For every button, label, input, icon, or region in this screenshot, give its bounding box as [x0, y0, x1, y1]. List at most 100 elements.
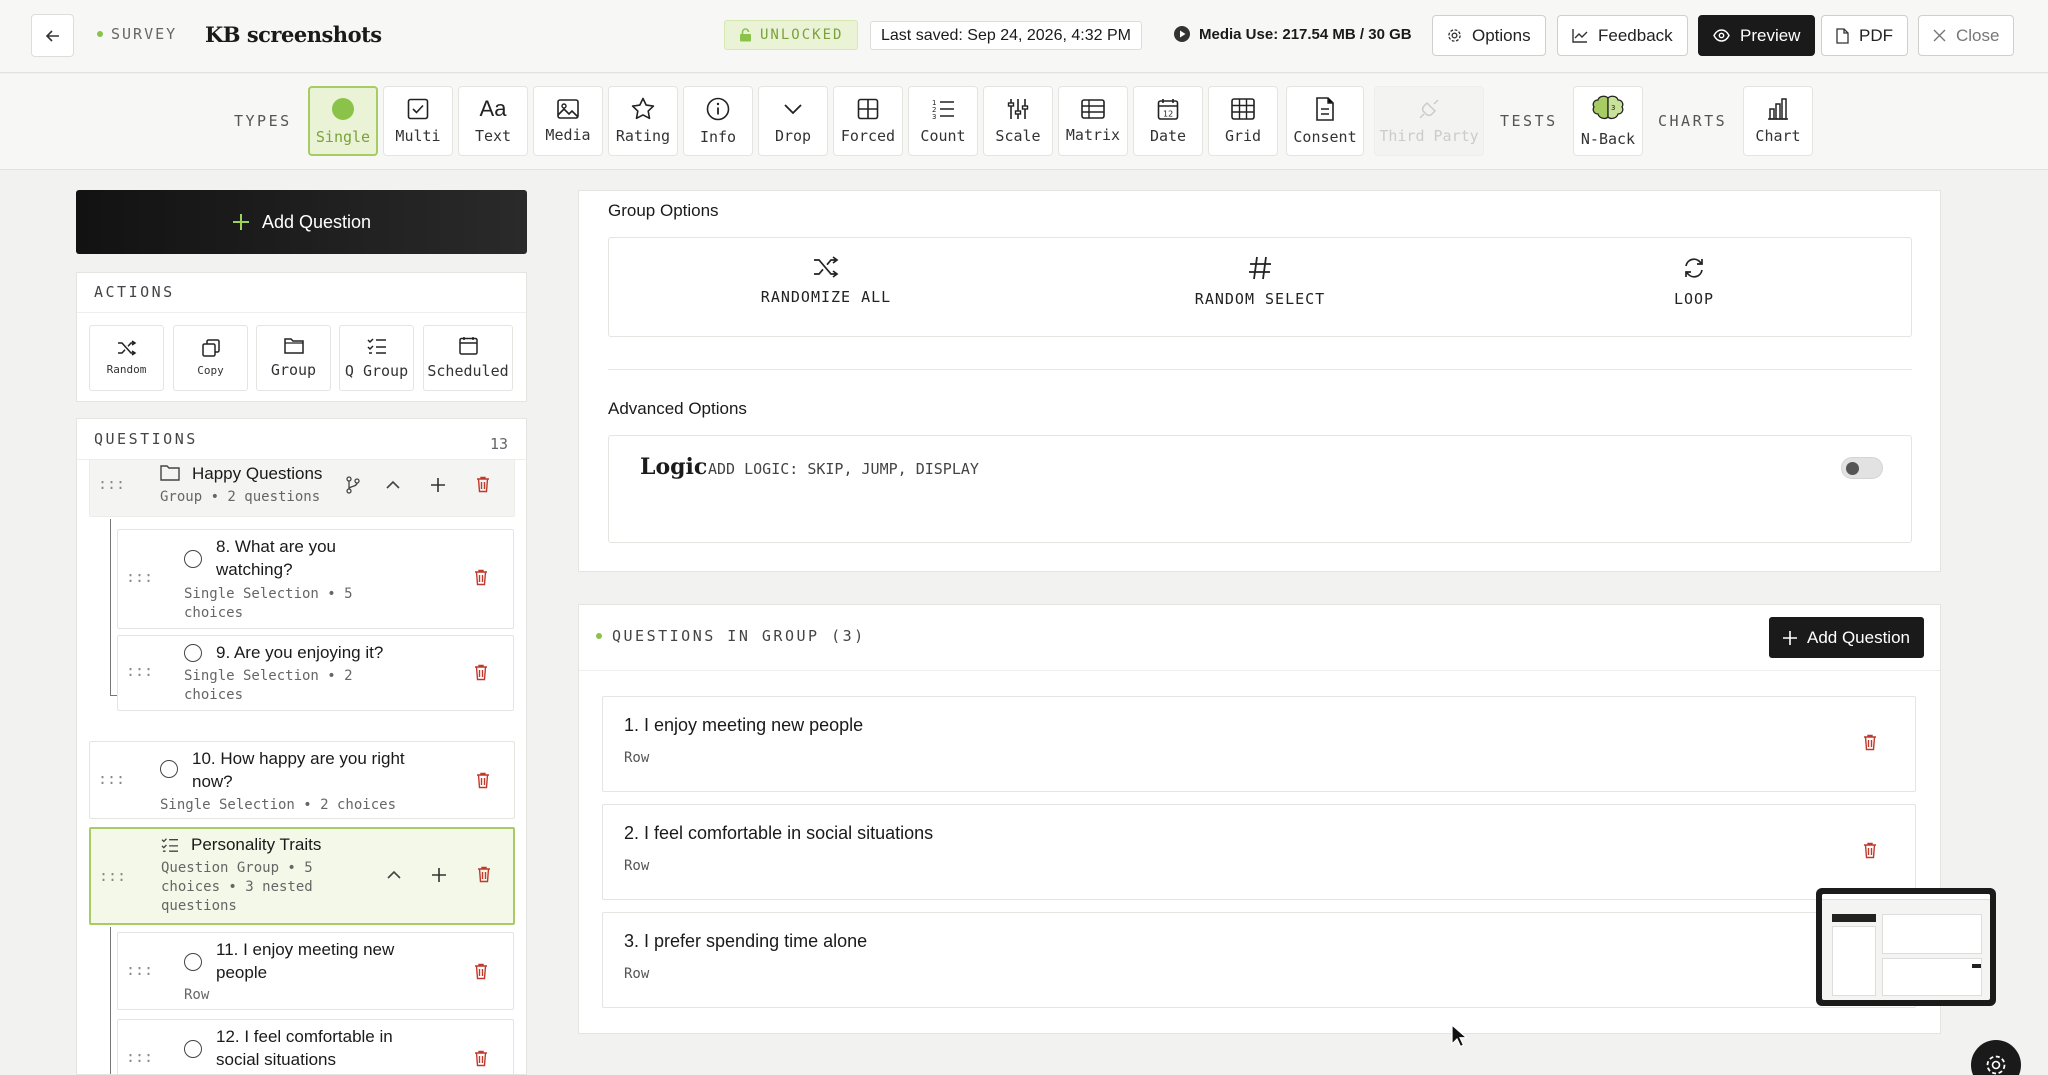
shuffle-icon — [814, 256, 839, 278]
drag-handle[interactable]: ::: — [98, 770, 125, 788]
drag-handle[interactable]: ::: — [126, 568, 153, 586]
action-random-label: Random — [106, 363, 147, 376]
group-question-title: 2. I feel comfortable in social situatio… — [624, 823, 934, 843]
lock-status-badge[interactable]: UNLOCKED — [724, 20, 859, 50]
option-randomize-all[interactable]: RANDOMIZE ALL — [696, 256, 956, 306]
plugin-icon — [1419, 98, 1439, 119]
group-question-item[interactable]: 1. I enjoy meeting new people Row — [602, 696, 1916, 792]
trash-icon[interactable] — [474, 963, 488, 980]
trash-icon[interactable] — [474, 1050, 488, 1067]
option-loop[interactable]: LOOP — [1564, 256, 1824, 308]
questions-in-group-header: QUESTIONS IN GROUP (3) — [596, 627, 866, 645]
type-media[interactable]: Media — [533, 86, 603, 156]
type-grid[interactable]: Grid — [1208, 86, 1278, 156]
type-multi[interactable]: Multi — [383, 86, 453, 156]
options-button[interactable]: Options — [1432, 15, 1546, 56]
preview-label: Preview — [1740, 25, 1801, 45]
action-random[interactable]: Random — [89, 325, 164, 391]
trash-icon[interactable] — [477, 866, 491, 883]
drag-handle[interactable]: ::: — [126, 662, 153, 680]
question-group-item[interactable]: ::: Happy Questions Group • 2 questions — [89, 459, 515, 517]
feedback-button[interactable]: Feedback — [1557, 15, 1688, 56]
types-label: TYPES — [234, 112, 292, 130]
action-q-group[interactable]: Q Group — [339, 325, 414, 391]
text-icon: Aa — [479, 95, 507, 121]
type-matrix-label: Matrix — [1065, 125, 1121, 144]
option-random-select[interactable]: RANDOM SELECT — [1130, 256, 1390, 308]
feedback-label: Feedback — [1598, 25, 1673, 45]
group-question-subtitle: Row — [624, 750, 650, 766]
trash-icon[interactable] — [476, 476, 490, 493]
status-dot — [97, 31, 103, 37]
type-third-party[interactable]: Third Party — [1374, 86, 1484, 156]
type-text-label: Text — [474, 126, 512, 145]
drag-handle[interactable]: ::: — [99, 867, 126, 885]
type-matrix[interactable]: Matrix — [1058, 86, 1128, 156]
logic-description: ADD LOGIC: SKIP, JUMP, DISPLAY — [708, 460, 979, 478]
add-group-question-button[interactable]: Add Question — [1769, 617, 1924, 658]
trash-icon[interactable] — [1863, 734, 1877, 751]
single-choice-icon — [184, 644, 202, 662]
type-drop[interactable]: Drop — [758, 86, 828, 156]
type-third-party-label: Third Party — [1379, 126, 1479, 145]
close-button[interactable]: Close — [1918, 15, 2015, 56]
document-icon — [1316, 96, 1334, 121]
chevron-down-icon — [784, 103, 802, 114]
drag-handle[interactable]: ::: — [98, 475, 125, 493]
group-question-item[interactable]: 3. I prefer spending time alone Row — [602, 912, 1916, 1008]
pdf-button[interactable]: PDF — [1821, 15, 1908, 56]
close-icon — [1933, 29, 1946, 42]
question-item[interactable]: ::: 8. What are you watching? Single Sel… — [117, 529, 514, 629]
toggle-knob — [1846, 462, 1859, 475]
trash-icon[interactable] — [476, 772, 490, 789]
question-item[interactable]: ::: 11. I enjoy meeting new people Row — [117, 932, 514, 1010]
chevron-up-icon[interactable] — [386, 480, 400, 490]
type-text[interactable]: Aa Text — [458, 86, 528, 156]
drag-handle[interactable]: ::: — [126, 961, 153, 979]
action-copy[interactable]: Copy — [173, 325, 248, 391]
info-icon — [706, 97, 730, 120]
type-info[interactable]: Info — [683, 86, 753, 156]
question-item[interactable]: ::: 12. I feel comfortable in social sit… — [117, 1019, 514, 1074]
action-group[interactable]: Group — [256, 325, 331, 391]
question-subtitle: Group • 2 questions — [160, 489, 321, 505]
type-scale[interactable]: Scale — [983, 86, 1053, 156]
survey-tag: SURVEY — [97, 25, 177, 43]
drag-handle[interactable]: ::: — [126, 1048, 153, 1066]
add-question-button[interactable]: Add Question — [76, 190, 527, 254]
type-scale-label: Scale — [995, 126, 1041, 145]
type-forced-label: Forced — [840, 126, 896, 145]
plus-icon[interactable] — [432, 868, 446, 882]
branch-icon[interactable] — [345, 476, 361, 494]
trash-icon[interactable] — [474, 569, 488, 586]
type-date[interactable]: 12 Date — [1133, 86, 1203, 156]
type-forced[interactable]: Forced — [833, 86, 903, 156]
group-options-title: Group Options — [608, 201, 719, 220]
trash-icon[interactable] — [1863, 842, 1877, 859]
question-group-item-selected[interactable]: ::: Personality Traits Question Group • … — [89, 827, 515, 925]
group-question-item[interactable]: 2. I feel comfortable in social situatio… — [602, 804, 1916, 900]
type-single[interactable]: Single — [308, 86, 378, 156]
type-count-label: Count — [920, 126, 966, 145]
action-q-group-label: Q Group — [344, 361, 409, 380]
chevron-up-icon[interactable] — [387, 870, 401, 880]
logic-toggle[interactable] — [1841, 457, 1883, 479]
question-item[interactable]: ::: 10. How happy are you right now? Sin… — [89, 741, 515, 819]
preview-button[interactable]: Preview — [1698, 15, 1816, 56]
group-options-card: RANDOMIZE ALL RANDOM SELECT LOOP — [608, 237, 1912, 337]
back-button[interactable] — [31, 14, 74, 57]
test-n-back[interactable]: 3 N-Back — [1573, 86, 1643, 156]
settings-fab[interactable] — [1971, 1040, 2021, 1075]
questions-label: QUESTIONS — [94, 430, 198, 448]
type-rating[interactable]: Rating — [608, 86, 678, 156]
plus-icon[interactable] — [431, 478, 445, 492]
screenshot-thumbnail[interactable] — [1816, 888, 1996, 1006]
action-scheduled[interactable]: Scheduled — [423, 325, 513, 391]
chart-tool[interactable]: Chart — [1743, 86, 1813, 156]
trash-icon[interactable] — [474, 664, 488, 681]
question-item[interactable]: ::: 9. Are you enjoying it? Single Selec… — [117, 635, 514, 711]
type-count[interactable]: 123 Count — [908, 86, 978, 156]
type-consent[interactable]: Consent — [1286, 86, 1364, 156]
type-date-label: Date — [1149, 126, 1187, 145]
question-subtitle: Row — [184, 987, 210, 1003]
